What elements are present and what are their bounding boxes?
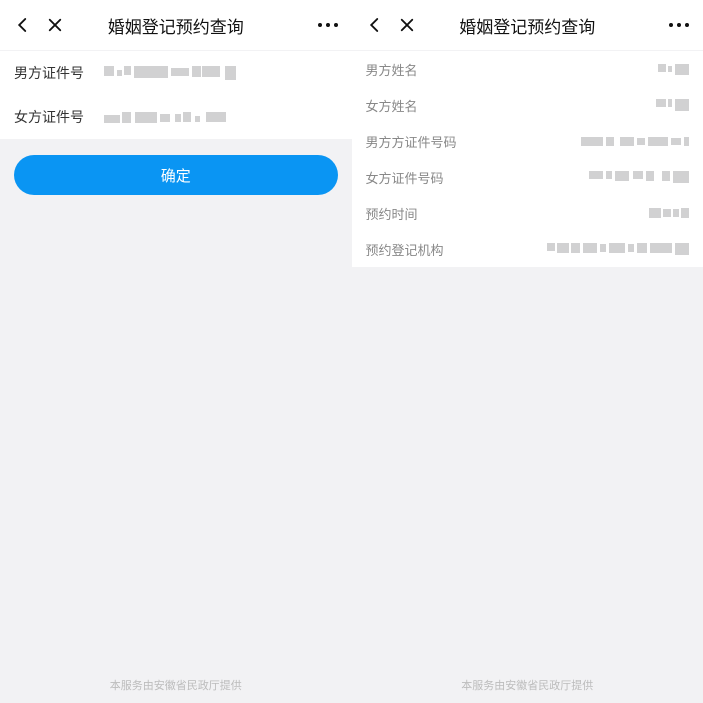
right-panel: 婚姻登记预约查询 男方姓名 女方姓名: [352, 0, 703, 703]
female-name-row: 女方姓名: [352, 87, 703, 123]
male-id-value[interactable]: [104, 66, 338, 80]
male-id-value: [457, 137, 689, 146]
appt-office-label: 预约登记机构: [366, 240, 444, 259]
result-section: 男方姓名 女方姓名 男方方证件号码: [352, 51, 703, 267]
more-icon[interactable]: [669, 23, 689, 27]
male-name-label: 男方姓名: [366, 60, 418, 79]
page-title: 婚姻登记预约查询: [108, 13, 244, 38]
page-title: 婚姻登记预约查询: [459, 13, 595, 38]
male-name-row: 男方姓名: [352, 51, 703, 87]
footer-text: 本服务由安徽省民政厅提供: [0, 677, 352, 693]
header-left: [14, 16, 64, 34]
header: 婚姻登记预约查询: [352, 0, 703, 50]
header: 婚姻登记预约查询: [0, 0, 352, 50]
male-id-label: 男方证件号: [14, 63, 104, 83]
female-id-value: [444, 171, 689, 183]
appt-office-value: [444, 243, 689, 255]
close-icon[interactable]: [46, 16, 64, 34]
female-id-value[interactable]: [104, 112, 338, 123]
footer-text: 本服务由安徽省民政厅提供: [352, 677, 703, 693]
appt-office-row: 预约登记机构: [352, 231, 703, 267]
female-id-row: 女方证件号: [0, 95, 352, 139]
male-id-row: 男方方证件号码: [352, 123, 703, 159]
left-panel: 婚姻登记预约查询 男方证件号 女方证件号: [0, 0, 352, 703]
form-section: 男方证件号 女方证件号: [0, 51, 352, 139]
close-icon[interactable]: [398, 16, 416, 34]
female-name-label: 女方姓名: [366, 96, 418, 115]
appt-time-row: 预约时间: [352, 195, 703, 231]
female-id-row: 女方证件号码: [352, 159, 703, 195]
back-icon[interactable]: [366, 16, 384, 34]
female-id-label: 女方证件号码: [366, 168, 444, 187]
appt-time-value: [418, 208, 689, 218]
male-name-value: [418, 64, 689, 75]
female-id-label: 女方证件号: [14, 107, 104, 127]
header-left: [366, 16, 416, 34]
confirm-button[interactable]: 确定: [14, 155, 338, 195]
female-name-value: [418, 99, 689, 111]
male-id-label: 男方方证件号码: [366, 132, 457, 151]
button-section: 确定: [0, 139, 352, 211]
more-icon[interactable]: [318, 23, 338, 27]
appt-time-label: 预约时间: [366, 204, 418, 223]
back-icon[interactable]: [14, 16, 32, 34]
male-id-row: 男方证件号: [0, 51, 352, 95]
